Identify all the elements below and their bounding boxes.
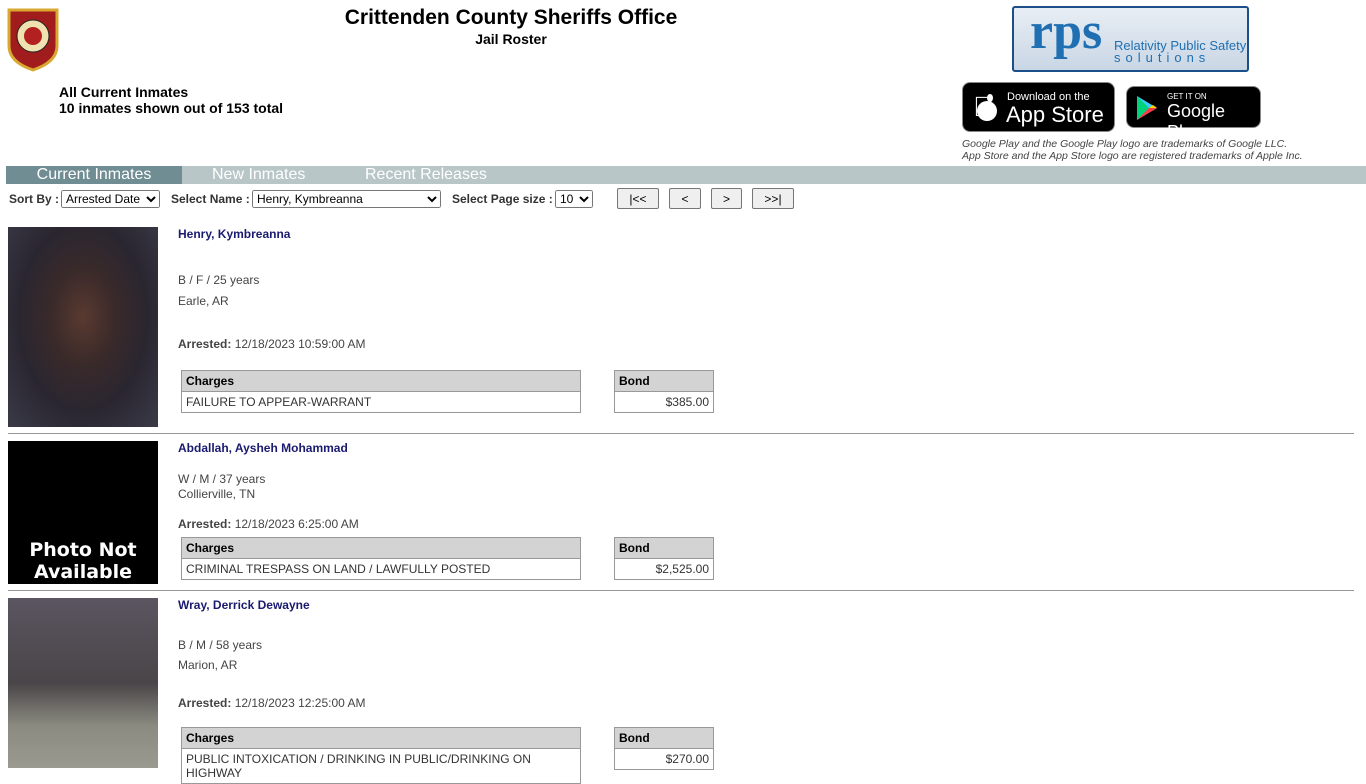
- google-play-line1: GET IT ON: [1167, 92, 1207, 101]
- inmate-arrested: Arrested: 12/18/2023 10:59:00 AM: [178, 337, 365, 351]
- charges-header: Charges: [181, 537, 581, 559]
- inmate-photo[interactable]: [8, 598, 158, 768]
- page-title: Crittenden County Sheriffs Office: [344, 6, 678, 29]
- inmate-summary: All Current Inmates 10 inmates shown out…: [59, 84, 283, 116]
- app-store-button[interactable]:  Download on the App Store: [962, 82, 1115, 132]
- inmate-demographics: B / F / 25 years: [178, 273, 260, 287]
- bond-header: Bond: [614, 370, 714, 392]
- rps-logo[interactable]: rps Relativity Public Safety solutions: [1012, 3, 1249, 72]
- first-page-button[interactable]: |<<: [617, 188, 659, 209]
- inmate-demographics: B / M / 58 years: [178, 638, 263, 652]
- charge-cell: PUBLIC INTOXICATION / DRINKING IN PUBLIC…: [181, 748, 581, 784]
- arrested-date: 12/18/2023 6:25:00 AM: [234, 517, 359, 531]
- charges-header: Charges: [181, 370, 581, 392]
- inmate-city: Earle, AR: [178, 294, 229, 308]
- tab-new-inmates[interactable]: New Inmates: [212, 166, 305, 184]
- summary-heading: All Current Inmates: [59, 84, 189, 100]
- google-play-icon: [1137, 96, 1157, 120]
- inmate-name[interactable]: Wray, Derrick Dewayne: [178, 598, 310, 612]
- arrested-date: 12/18/2023 10:59:00 AM: [234, 337, 366, 351]
- apple-trademark: App Store and the App Store logo are reg…: [962, 150, 1303, 162]
- next-page-button[interactable]: >: [711, 188, 742, 209]
- sort-select[interactable]: Arrested Date: [61, 190, 160, 208]
- inmate-arrested: Arrested: 12/18/2023 12:25:00 AM: [178, 696, 365, 710]
- bond-cell: $385.00: [614, 391, 714, 413]
- summary-count: 10 inmates shown out of 153 total: [59, 100, 284, 116]
- app-store-line2: App Store: [1006, 102, 1104, 127]
- inmate-city: Marion, AR: [178, 658, 238, 672]
- apple-logo-icon: [977, 94, 997, 121]
- inmate-photo-placeholder[interactable]: Photo Not Available: [8, 441, 158, 584]
- page-subtitle: Jail Roster: [475, 31, 547, 47]
- tab-recent-releases[interactable]: Recent Releases: [365, 166, 487, 184]
- charge-cell: FAILURE TO APPEAR-WARRANT: [181, 391, 581, 413]
- divider: [8, 433, 1354, 434]
- inmate-name[interactable]: Abdallah, Aysheh Mohammad: [178, 441, 348, 455]
- tab-bar: Current Inmates New Inmates Recent Relea…: [6, 166, 1366, 184]
- bond-cell: $270.00: [614, 748, 714, 770]
- arrested-date: 12/18/2023 12:25:00 AM: [234, 696, 366, 710]
- charges-table: Charges PUBLIC INTOXICATION / DRINKING IN…: [181, 727, 581, 784]
- bond-table: Bond $270.00: [614, 727, 714, 770]
- rps-logo-text: rps: [1030, 3, 1103, 60]
- divider: [8, 590, 1354, 591]
- arrested-label: Arrested:: [178, 517, 232, 531]
- trademark-notice: Google Play and the Google Play logo are…: [962, 138, 1303, 162]
- name-select[interactable]: Henry, Kymbreanna: [252, 190, 441, 208]
- bond-table: Bond $385.00: [614, 370, 714, 413]
- rps-logo-line2: solutions: [1114, 50, 1211, 65]
- inmate-photo[interactable]: [8, 227, 158, 427]
- google-play-line2: Google Play: [1167, 101, 1226, 142]
- last-page-button[interactable]: >>|: [752, 188, 794, 209]
- charge-cell: CRIMINAL TRESPASS ON LAND / LAWFULLY POS…: [181, 558, 581, 580]
- inmate-name[interactable]: Henry, Kymbreanna: [178, 227, 290, 241]
- page-size-label: Select Page size :: [452, 192, 553, 206]
- arrested-label: Arrested:: [178, 696, 232, 710]
- name-label: Select Name :: [171, 192, 250, 206]
- bond-cell: $2,525.00: [614, 558, 714, 580]
- inmate-city: Collierville, TN: [178, 487, 256, 501]
- bond-header: Bond: [614, 727, 714, 749]
- inmate-demographics: W / M / 37 years: [178, 472, 266, 486]
- prev-page-button[interactable]: <: [669, 188, 701, 209]
- bond-table: Bond $2,525.00: [614, 537, 714, 580]
- tab-current-inmates[interactable]: Current Inmates: [6, 166, 182, 184]
- charges-table: Charges FAILURE TO APPEAR-WARRANT: [181, 370, 581, 413]
- bond-header: Bond: [614, 537, 714, 559]
- charges-table: Charges CRIMINAL TRESPASS ON LAND / LAWFU…: [181, 537, 581, 580]
- photo-not-available-text: Photo Not Available: [29, 539, 137, 583]
- charges-header: Charges: [181, 727, 581, 749]
- google-play-button[interactable]: GET IT ON Google Play: [1126, 86, 1261, 142]
- inmate-arrested: Arrested: 12/18/2023 6:25:00 AM: [178, 517, 359, 531]
- page-size-select[interactable]: 10: [555, 190, 593, 208]
- arrested-label: Arrested:: [178, 337, 232, 351]
- google-trademark: Google Play and the Google Play logo are…: [962, 138, 1288, 150]
- sort-label: Sort By :: [9, 192, 60, 206]
